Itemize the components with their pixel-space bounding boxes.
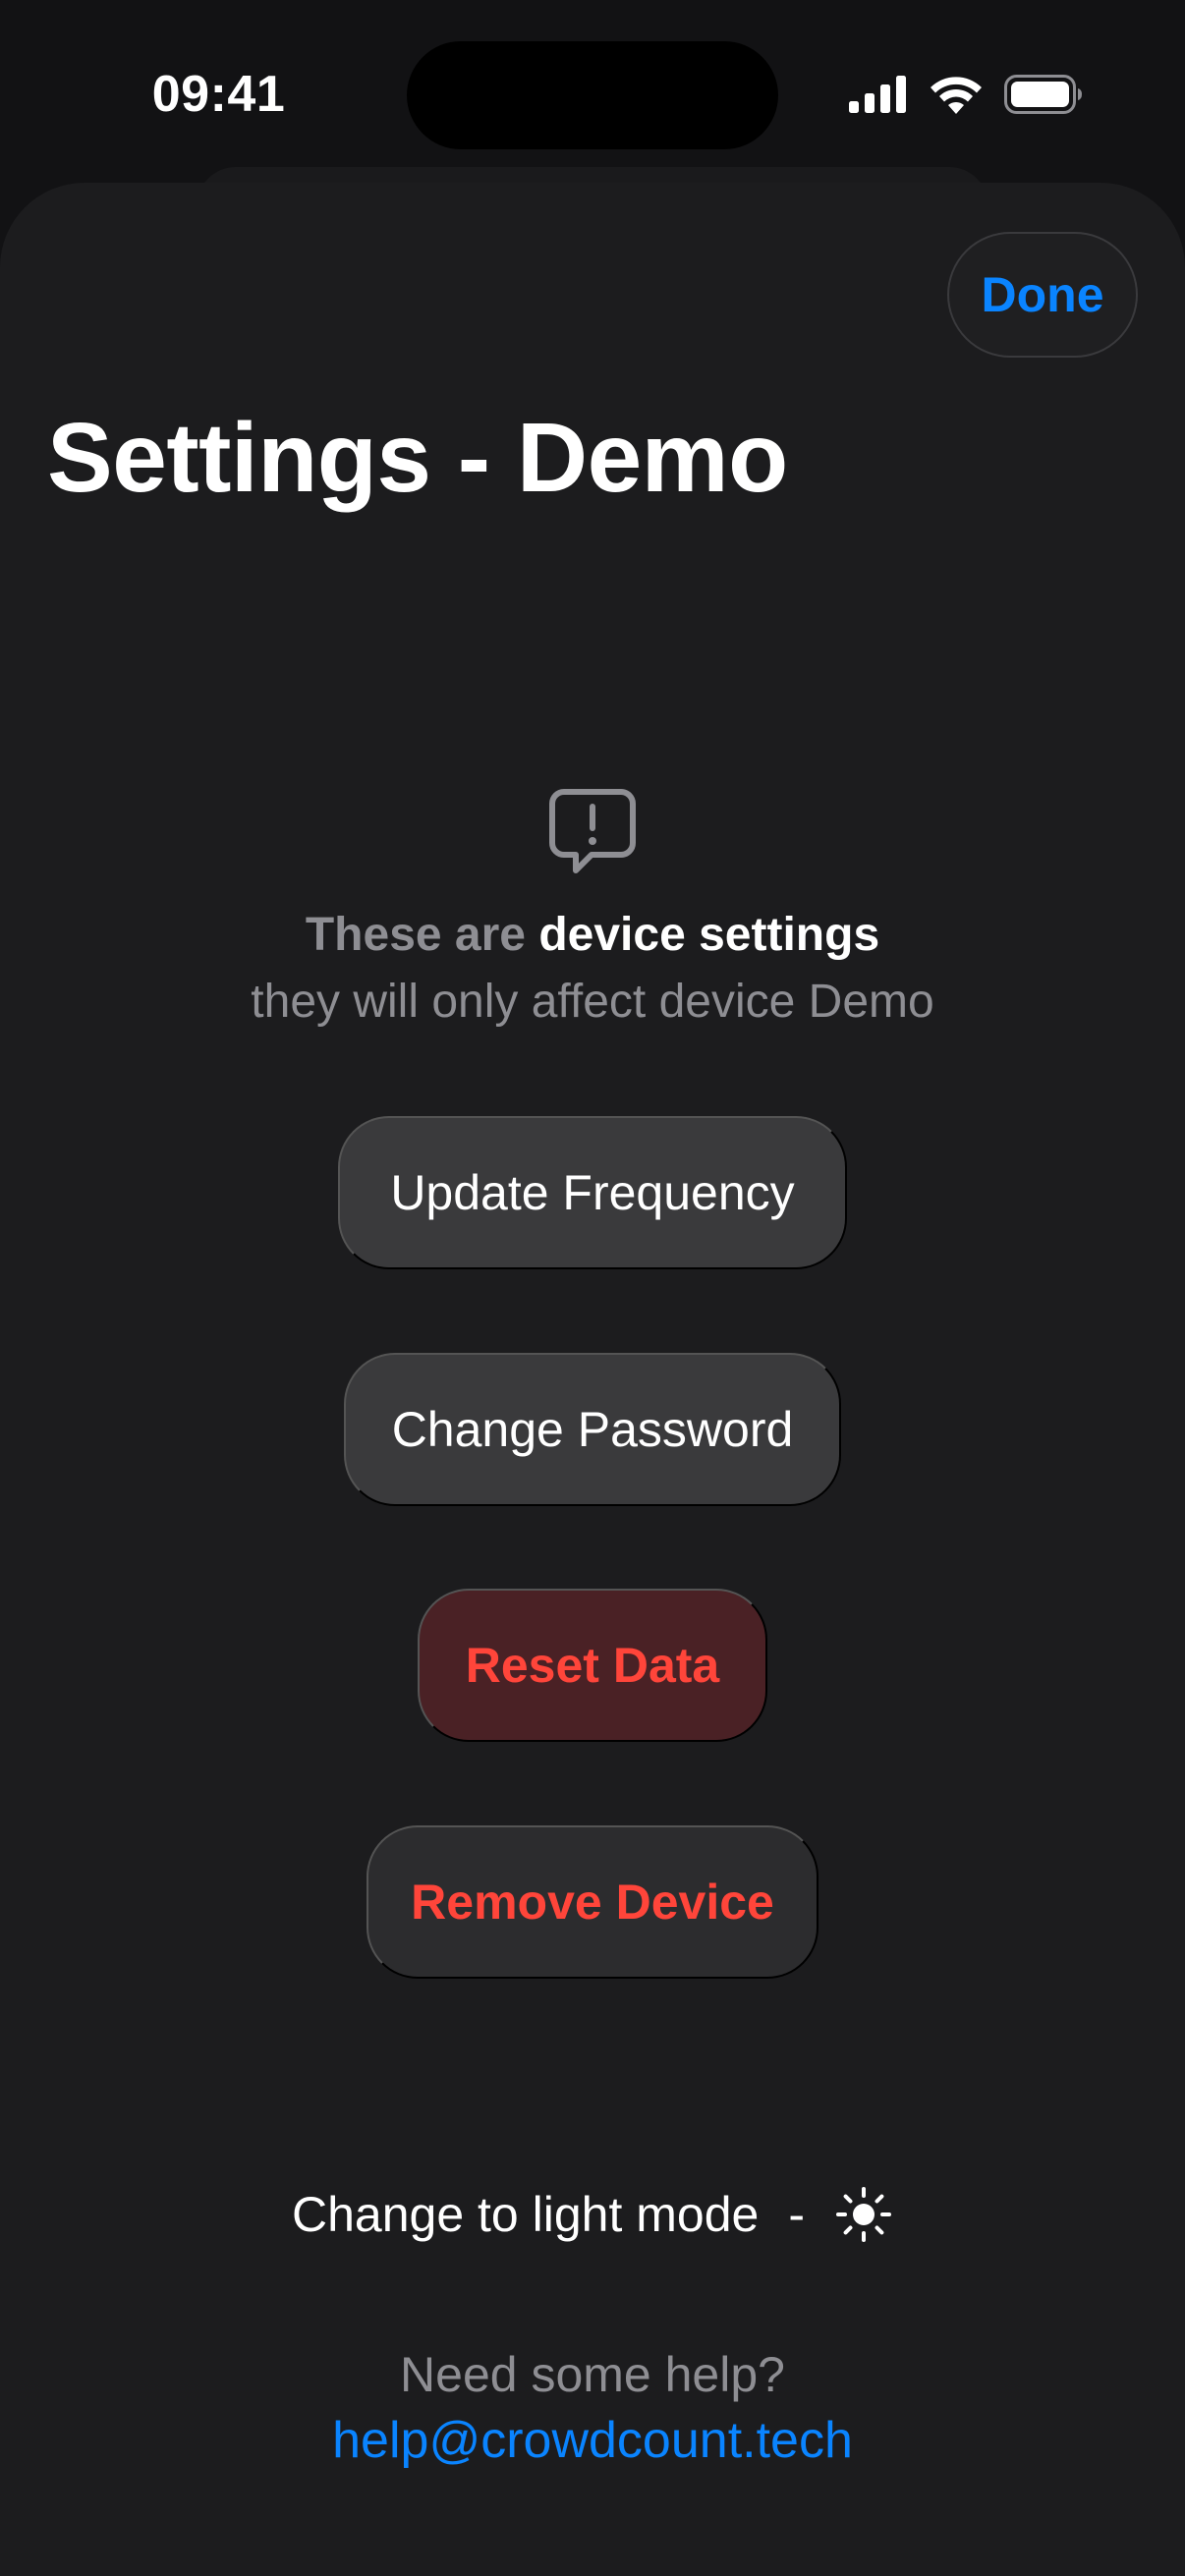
dynamic-island (407, 41, 778, 149)
sun-icon (835, 2187, 891, 2242)
light-mode-toggle[interactable]: Change to light mode - (0, 2175, 1185, 2254)
screen: 09:41 Done Settings - Demo These are dev… (0, 0, 1185, 2576)
cellular-signal-icon (849, 76, 906, 113)
update-frequency-button[interactable]: Update Frequency (338, 1116, 847, 1269)
notice-emphasis: device settings (538, 909, 880, 961)
light-mode-label: Change to light mode (292, 2187, 760, 2242)
page-title: Settings - Demo (47, 403, 788, 513)
help-email-link[interactable]: help@crowdcount.tech (0, 2411, 1185, 2470)
reset-data-button[interactable]: Reset Data (418, 1589, 767, 1742)
exclamation-bubble-icon (549, 789, 636, 873)
remove-device-button[interactable]: Remove Device (367, 1825, 818, 1979)
settings-sheet: Done Settings - Demo These are device se… (0, 183, 1185, 2576)
notice-prefix: These are (305, 909, 539, 961)
status-icons (849, 71, 1083, 118)
battery-icon (1004, 75, 1082, 114)
status-time: 09:41 (151, 66, 286, 123)
status-bar: 09:41 (0, 0, 1185, 187)
help-prompt: Need some help? (400, 2347, 785, 2402)
light-mode-separator: - (788, 2187, 805, 2242)
done-button[interactable]: Done (947, 232, 1138, 358)
notice-subtext: they will only affect device Demo (251, 976, 934, 1028)
change-password-button[interactable]: Change Password (344, 1353, 841, 1506)
wifi-icon (931, 77, 982, 114)
device-settings-notice: These are device settings (0, 908, 1185, 962)
